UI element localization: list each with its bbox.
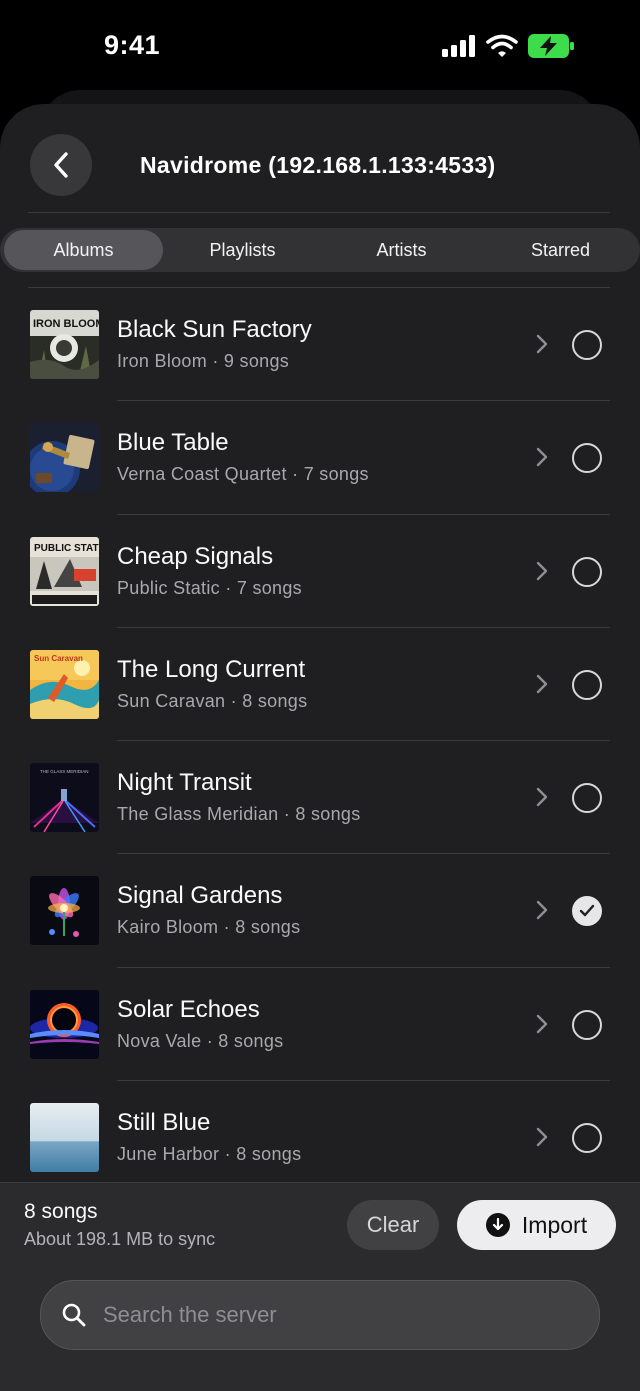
- tab-starred[interactable]: Starred: [481, 228, 640, 272]
- chevron-right-icon[interactable]: [536, 1014, 548, 1034]
- album-list: IRON BLOOM Black Sun Factory Iron Bloom …: [0, 288, 640, 1194]
- album-row-black-sun-factory[interactable]: IRON BLOOM Black Sun Factory Iron Bloom …: [0, 288, 640, 402]
- tab-artists[interactable]: Artists: [322, 228, 481, 272]
- album-meta: June Harbor · 8 songs: [117, 1144, 302, 1165]
- album-art: Sun Caravan: [30, 649, 99, 719]
- album-title: Still Blue: [117, 1109, 211, 1137]
- album-meta: Nova Vale · 8 songs: [117, 1030, 284, 1051]
- chevron-right-icon[interactable]: [536, 787, 548, 807]
- album-art: [30, 876, 99, 946]
- select-radio[interactable]: [572, 783, 602, 814]
- svg-text:THE GLASS MERIDIAN: THE GLASS MERIDIAN: [40, 769, 89, 774]
- album-title: Black Sun Factory: [117, 316, 312, 343]
- wifi-icon: [486, 34, 518, 57]
- select-radio[interactable]: [572, 443, 602, 474]
- search-field[interactable]: [40, 1280, 600, 1350]
- album-art: [30, 1103, 99, 1173]
- selection-bar: 8 songs About 198.1 MB to sync Clear Imp…: [0, 1182, 640, 1391]
- selection-size: About 198.1 MB to sync: [24, 1229, 216, 1249]
- chevron-right-icon[interactable]: [536, 334, 548, 354]
- album-title: Cheap Signals: [117, 542, 274, 570]
- album-art: PUBLIC STATIC: [30, 536, 99, 606]
- back-button[interactable]: [30, 134, 92, 196]
- svg-text:Sun Caravan: Sun Caravan: [34, 654, 83, 663]
- select-radio[interactable]: [572, 669, 602, 700]
- category-tabs: Albums Playlists Artists Starred: [0, 228, 640, 272]
- album-row-blue-table[interactable]: Blue Table Verna Coast Quartet · 7 songs: [0, 401, 640, 515]
- album-title: Signal Gardens: [117, 882, 283, 910]
- select-radio[interactable]: [572, 330, 602, 360]
- album-art: [30, 423, 99, 493]
- server-title: Navidrome (192.168.1.133:4533): [140, 152, 496, 178]
- status-bar: 9:41: [0, 0, 640, 92]
- import-button[interactable]: Import: [457, 1200, 616, 1250]
- album-meta: Iron Bloom · 9 songs: [117, 351, 290, 371]
- chevron-right-icon[interactable]: [536, 674, 548, 694]
- import-label: Import: [521, 1211, 588, 1238]
- album-row-night-transit[interactable]: THE GLASS MERIDIAN Night Transit The Gla…: [0, 741, 640, 855]
- select-radio[interactable]: [572, 1009, 602, 1040]
- battery-charging-icon: [528, 34, 574, 58]
- status-icons: [442, 34, 574, 58]
- tab-playlists[interactable]: Playlists: [163, 228, 322, 272]
- album-art: THE GLASS MERIDIAN: [30, 763, 99, 833]
- chevron-right-icon[interactable]: [536, 447, 548, 467]
- album-title: Blue Table: [117, 429, 229, 457]
- clear-button[interactable]: Clear: [347, 1200, 439, 1250]
- album-meta: Verna Coast Quartet · 7 songs: [117, 464, 369, 485]
- album-meta: Kairo Bloom · 8 songs: [117, 917, 301, 938]
- chevron-right-icon[interactable]: [536, 561, 548, 581]
- album-row-the-long-current[interactable]: Sun Caravan The Long Current Sun Caravan…: [0, 628, 640, 742]
- select-radio[interactable]: [572, 1123, 602, 1154]
- chevron-right-icon[interactable]: [536, 1127, 548, 1147]
- cellular-signal-icon: [442, 35, 475, 57]
- album-meta: Sun Caravan · 8 songs: [117, 690, 308, 711]
- search-input[interactable]: [101, 1301, 575, 1329]
- album-meta: Public Static · 7 songs: [117, 577, 302, 598]
- album-art: [30, 989, 99, 1059]
- checkmark-icon: [579, 905, 595, 917]
- album-row-signal-gardens[interactable]: Signal Gardens Kairo Bloom · 8 songs: [0, 854, 640, 968]
- select-radio[interactable]: [572, 556, 602, 587]
- select-radio-checked[interactable]: [572, 896, 602, 927]
- album-row-still-blue[interactable]: Still Blue June Harbor · 8 songs: [0, 1081, 640, 1194]
- selection-count: 8 songs: [24, 1200, 98, 1223]
- album-meta: The Glass Meridian · 8 songs: [117, 804, 361, 825]
- status-time: 9:41: [104, 30, 161, 60]
- album-row-solar-echoes[interactable]: Solar Echoes Nova Vale · 8 songs: [0, 968, 640, 1082]
- download-icon: [485, 1213, 510, 1237]
- svg-text:IRON BLOOM: IRON BLOOM: [33, 318, 99, 330]
- album-art: IRON BLOOM: [30, 310, 99, 379]
- chevron-right-icon[interactable]: [536, 900, 548, 920]
- album-row-cheap-signals[interactable]: PUBLIC STATIC Cheap Signals Public Stati…: [0, 515, 640, 628]
- album-title: Solar Echoes: [117, 995, 260, 1023]
- svg-text:PUBLIC STATIC: PUBLIC STATIC: [34, 543, 99, 554]
- album-title: The Long Current: [117, 655, 306, 683]
- search-icon: [62, 1303, 86, 1327]
- header-divider: [28, 212, 610, 213]
- chevron-left-icon: [54, 152, 68, 178]
- tab-albums[interactable]: Albums: [4, 230, 163, 270]
- album-title: Night Transit: [117, 769, 252, 797]
